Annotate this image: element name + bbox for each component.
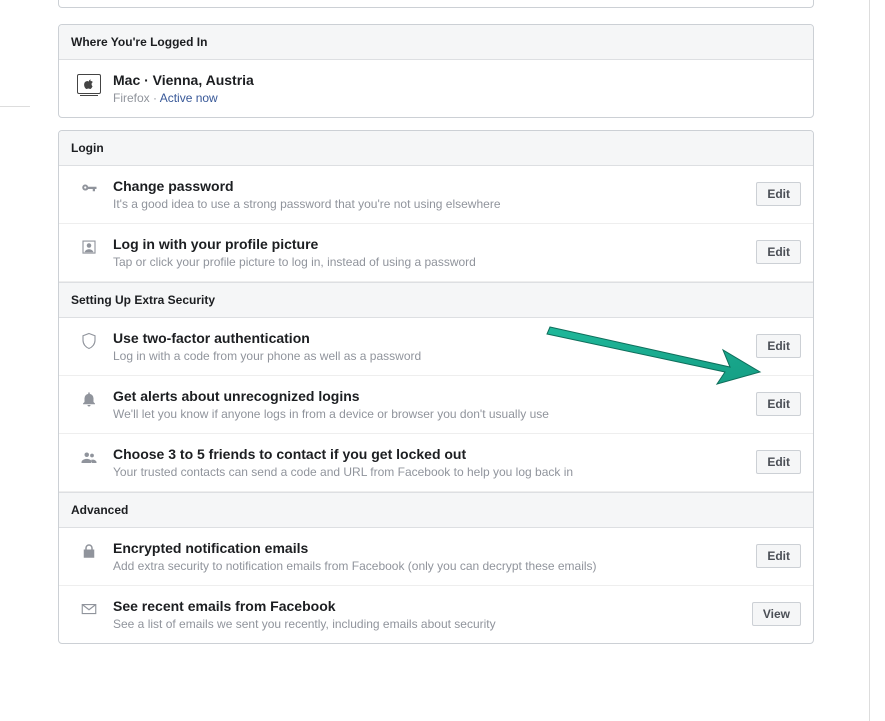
envelope-icon [80, 600, 98, 618]
row-recent-emails[interactable]: See recent emails from Facebook See a li… [59, 586, 813, 643]
card-settings: Login Change password It's a good idea t… [58, 130, 814, 644]
encrypted-sub: Add extra security to notification email… [113, 559, 748, 573]
shield-icon [80, 332, 98, 350]
recent-emails-title: See recent emails from Facebook [113, 598, 744, 614]
lock-icon [80, 542, 98, 560]
session-row[interactable]: Mac · Vienna, Austria Firefox · Active n… [59, 60, 813, 117]
bell-icon [80, 390, 98, 408]
section-header-logged-in: Where You're Logged In [59, 25, 813, 60]
profile-picture-title: Log in with your profile picture [113, 236, 748, 252]
friends-title: Choose 3 to 5 friends to contact if you … [113, 446, 748, 462]
row-alerts[interactable]: Get alerts about unrecognized logins We'… [59, 376, 813, 434]
edit-button-profile-picture[interactable]: Edit [756, 240, 801, 264]
edit-button-two-factor[interactable]: Edit [756, 334, 801, 358]
section-header-login: Login [59, 131, 813, 166]
card-logged-in: Where You're Logged In Mac · Vienna, Aus… [58, 24, 814, 118]
row-trusted-friends[interactable]: Choose 3 to 5 friends to contact if you … [59, 434, 813, 492]
session-browser: Firefox · [113, 91, 160, 105]
edit-button-change-password[interactable]: Edit [756, 182, 801, 206]
encrypted-title: Encrypted notification emails [113, 540, 748, 556]
change-password-title: Change password [113, 178, 748, 194]
section-header-extra-security: Setting Up Extra Security [59, 282, 813, 318]
two-factor-sub: Log in with a code from your phone as we… [113, 349, 748, 363]
edit-button-encrypted[interactable]: Edit [756, 544, 801, 568]
profile-picture-sub: Tap or click your profile picture to log… [113, 255, 748, 269]
recent-emails-sub: See a list of emails we sent you recentl… [113, 617, 744, 631]
edit-button-friends[interactable]: Edit [756, 450, 801, 474]
left-sidebar-divider [0, 106, 30, 107]
security-settings-panel: Where You're Logged In Mac · Vienna, Aus… [58, 0, 814, 644]
view-button-recent-emails[interactable]: View [752, 602, 801, 626]
previous-card-bottom [58, 0, 814, 8]
edit-button-alerts[interactable]: Edit [756, 392, 801, 416]
two-factor-title: Use two-factor authentication [113, 330, 748, 346]
alerts-title: Get alerts about unrecognized logins [113, 388, 748, 404]
key-icon [80, 180, 98, 198]
row-profile-picture-login[interactable]: Log in with your profile picture Tap or … [59, 224, 813, 282]
profile-picture-icon [80, 238, 98, 256]
change-password-sub: It's a good idea to use a strong passwor… [113, 197, 748, 211]
desktop-icon [77, 74, 101, 94]
session-status: Active now [160, 91, 218, 105]
friends-icon [80, 448, 98, 466]
row-encrypted-emails[interactable]: Encrypted notification emails Add extra … [59, 528, 813, 586]
row-change-password[interactable]: Change password It's a good idea to use … [59, 166, 813, 224]
alerts-sub: We'll let you know if anyone logs in fro… [113, 407, 748, 421]
row-two-factor[interactable]: Use two-factor authentication Log in wit… [59, 318, 813, 376]
session-title: Mac · Vienna, Austria [113, 72, 801, 88]
section-header-advanced: Advanced [59, 492, 813, 528]
session-sub: Firefox · Active now [113, 91, 801, 105]
friends-sub: Your trusted contacts can send a code an… [113, 465, 748, 479]
